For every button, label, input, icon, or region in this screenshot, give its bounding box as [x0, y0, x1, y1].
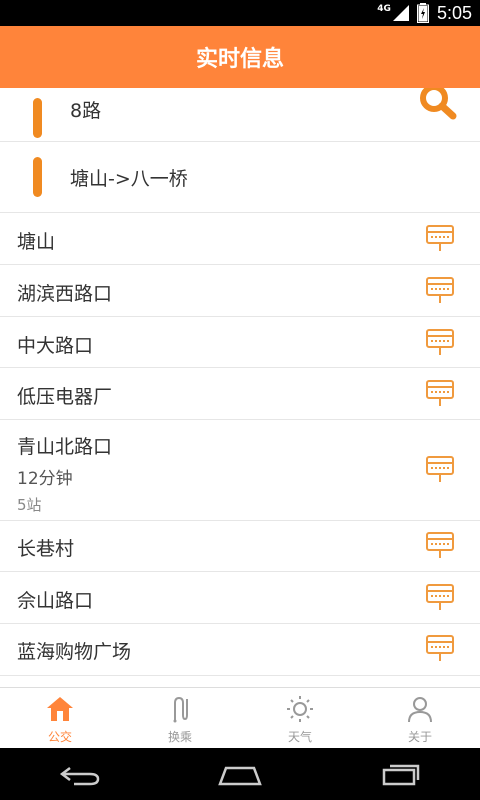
bus-station-icon: [426, 277, 454, 303]
stop-name: 中大路口: [17, 335, 94, 357]
tab-weather[interactable]: 天气: [240, 688, 360, 748]
tab-bus[interactable]: 公交: [0, 688, 120, 748]
tab-label: 公交: [47, 730, 72, 744]
stop-item[interactable]: 低压电器厂: [0, 368, 480, 420]
tab-label: 关于: [407, 730, 432, 744]
stop-item-active[interactable]: 青山北路口 12分钟 5站: [0, 420, 480, 521]
stop-item[interactable]: 湖滨西路口: [0, 265, 480, 317]
sun-icon: [287, 696, 313, 722]
page-title: 实时信息: [195, 47, 284, 72]
stop-item[interactable]: 中大路口: [0, 317, 480, 368]
status-bar: 4G 5:05: [0, 0, 480, 26]
battery-icon: [416, 3, 429, 23]
home-icon: [47, 697, 73, 721]
home-nav-icon[interactable]: [216, 760, 264, 788]
stop-name: 长巷村: [17, 538, 75, 560]
system-nav-bar: [0, 748, 480, 800]
tab-label: 天气: [287, 730, 312, 744]
stop-item[interactable]: 长巷村: [0, 521, 480, 572]
bus-station-icon: [426, 584, 454, 610]
back-icon[interactable]: [56, 760, 104, 788]
app-header: 实时信息: [0, 26, 480, 88]
tab-label: 换乘: [167, 730, 192, 744]
bus-station-icon: [426, 380, 454, 406]
tab-about[interactable]: 关于: [360, 688, 480, 748]
person-icon: [408, 697, 432, 723]
stations-away: 5站: [17, 496, 42, 514]
stop-list: 塘山 湖滨西路口 中大路口 低压电器厂 青山北路口 12分钟 5站 长巷村 佘山…: [0, 213, 480, 676]
route-marker: [33, 97, 42, 138]
stop-name: 湖滨西路口: [17, 283, 113, 305]
stop-name: 低压电器厂: [17, 386, 113, 408]
direction-marker: [33, 157, 42, 197]
clock: 5:05: [436, 2, 472, 23]
bus-station-icon: [426, 635, 454, 661]
stop-name: 佘山路口: [17, 590, 94, 612]
bus-station-icon: [426, 329, 454, 355]
network-type: 4G: [377, 4, 391, 14]
route-direction: 塘山->八一桥: [70, 167, 188, 190]
bottom-tab-bar: 公交 换乘 天气 关于: [0, 687, 480, 748]
bus-station-icon: [426, 225, 454, 251]
bus-station-icon: [426, 456, 454, 482]
search-icon[interactable]: [416, 82, 460, 126]
direction-row[interactable]: 塘山->八一桥: [0, 142, 480, 213]
route-number: 8路: [70, 100, 102, 122]
recents-icon[interactable]: [376, 760, 424, 788]
tab-transfer[interactable]: 换乘: [120, 688, 240, 748]
transfer-icon: [173, 696, 188, 723]
screen: 4G 5:05 实时信息 8路 塘山->八一桥 塘山 湖滨西路口 中大路口 低压…: [0, 0, 480, 800]
stop-name: 蓝海购物广场: [17, 641, 132, 663]
bus-station-icon: [426, 532, 454, 558]
stop-name: 青山北路口: [17, 436, 113, 458]
arrival-time: 12分钟: [17, 469, 73, 489]
stop-item[interactable]: 塘山: [0, 213, 480, 265]
stop-item[interactable]: 蓝海购物广场: [0, 624, 480, 676]
stop-name: 塘山: [17, 231, 56, 253]
signal-icon: [392, 5, 409, 21]
stop-item[interactable]: 佘山路口: [0, 572, 480, 624]
